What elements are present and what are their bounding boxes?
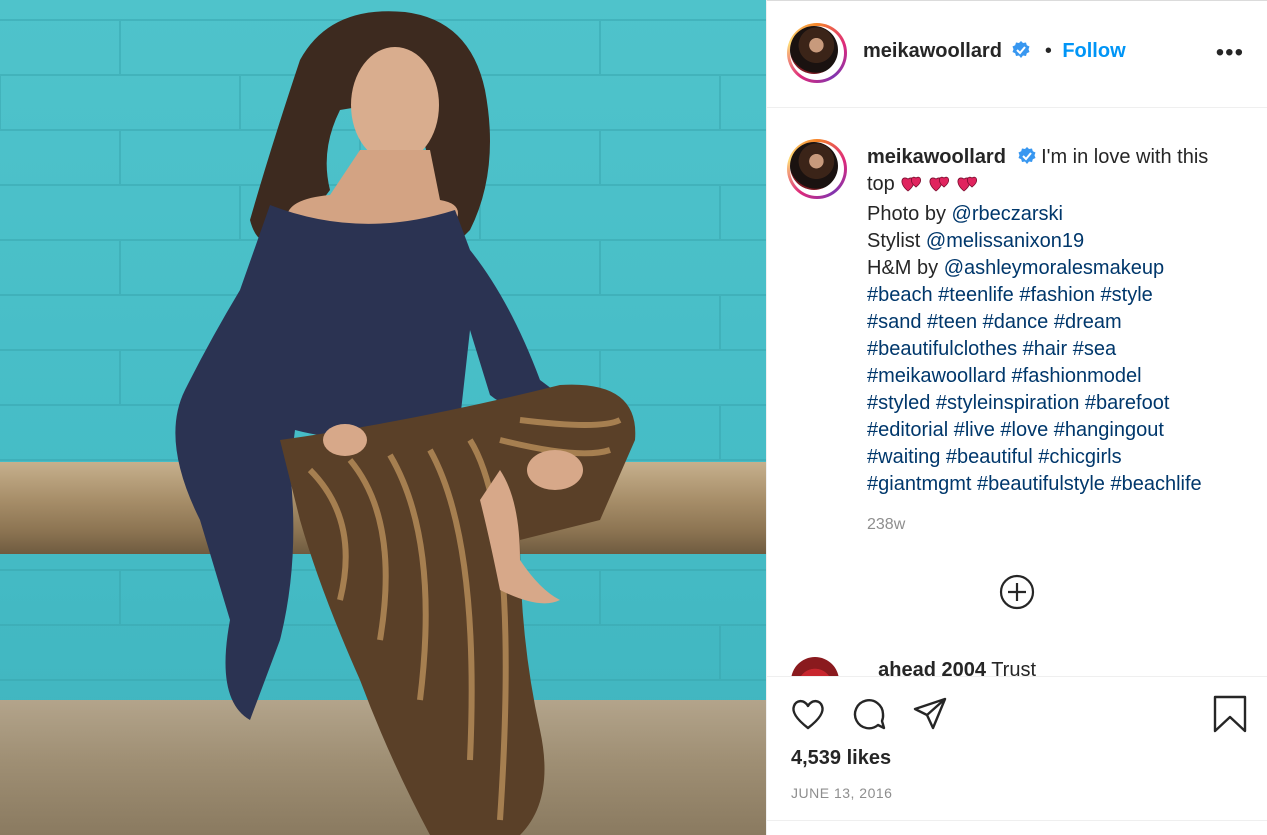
author-avatar[interactable]	[787, 23, 847, 83]
likes-count[interactable]: 4,539 likes	[791, 747, 891, 770]
hashtag-line[interactable]: #sand #teen #dance #dream	[867, 309, 1247, 336]
post-sidebar: meikawoollard • Follow ••• meikawoollard…	[766, 0, 1267, 835]
hashtag-line[interactable]: #waiting #beautiful #chicgirls	[867, 444, 1247, 471]
hashtag-line[interactable]: #beach #teenlife #fashion #style	[867, 282, 1247, 309]
plus-circle-icon[interactable]	[999, 574, 1035, 610]
stylist-credit-label: Stylist	[867, 230, 921, 252]
mention-link[interactable]: @ashleymoralesmakeup	[944, 257, 1164, 279]
photo-credit-label: Photo by	[867, 203, 946, 225]
hashtag-line[interactable]: #giantmgmt #beautifulstyle #beachlife	[867, 471, 1247, 498]
commenter-username[interactable]: _ahead 2004	[867, 659, 986, 676]
follow-button[interactable]: Follow	[1062, 40, 1125, 62]
caption-username[interactable]: meikawoollard	[867, 146, 1006, 168]
bookmark-icon[interactable]	[1211, 695, 1249, 733]
post-photo[interactable]	[0, 0, 766, 835]
share-icon[interactable]	[911, 695, 949, 733]
caption-line-2: top	[867, 171, 1247, 201]
more-options-icon[interactable]: •••	[1216, 41, 1244, 65]
comment-text: _ahead 2004 Trust	[867, 659, 1036, 676]
caption-hm-credit: H&M by @ashleymoralesmakeup	[867, 255, 1247, 282]
mention-link[interactable]: @rbeczarski	[952, 203, 1063, 225]
hm-credit-label: H&M by	[867, 257, 939, 279]
caption-text-cont: top	[867, 173, 895, 195]
bottom-divider	[767, 820, 1267, 821]
two-hearts-emoji	[901, 176, 978, 192]
caption-time-ago[interactable]: 238w	[867, 516, 905, 534]
heart-icon[interactable]	[789, 695, 827, 733]
caption-avatar-image	[790, 142, 838, 190]
comment-icon[interactable]	[850, 695, 888, 733]
caption-avatar[interactable]	[787, 139, 847, 199]
author-username[interactable]: meikawoollard	[863, 40, 1002, 62]
comment-body: Trust	[991, 659, 1037, 676]
avatar-image	[790, 26, 838, 74]
post-header: meikawoollard • Follow •••	[767, 0, 1267, 108]
post-caption: meikawoollard I'm in love with this top	[867, 144, 1247, 498]
verified-badge-icon	[1012, 41, 1030, 58]
commenter-avatar[interactable]	[791, 657, 839, 676]
model-figure	[175, 11, 636, 835]
hashtag-line[interactable]: #beautifulclothes #hair #sea	[867, 336, 1247, 363]
mention-link[interactable]: @melissanixon19	[926, 230, 1084, 252]
hashtag-line[interactable]: #meikawoollard #fashionmodel	[867, 363, 1247, 390]
hashtag-line[interactable]: #editorial #live #love #hangingout	[867, 417, 1247, 444]
two-hearts-emoji-group	[900, 173, 984, 201]
verified-badge-icon	[1018, 147, 1035, 164]
post-date[interactable]: JUNE 13, 2016	[791, 785, 892, 801]
caption-line-1: meikawoollard I'm in love with this	[867, 144, 1247, 171]
caption-text: I'm in love with this	[1041, 146, 1209, 168]
hashtag-line[interactable]: #styled #styleinspiration #barefoot	[867, 390, 1247, 417]
separator-dot: •	[1044, 40, 1052, 62]
comment-peek: _ahead 2004 Trust	[791, 655, 1267, 676]
action-bar: 4,539 likes JUNE 13, 2016	[767, 676, 1267, 835]
caption-stylist-credit: Stylist @melissanixon19	[867, 228, 1247, 255]
caption-photo-credit: Photo by @rbeczarski	[867, 201, 1247, 228]
header-user-line: meikawoollard • Follow	[863, 40, 1126, 63]
